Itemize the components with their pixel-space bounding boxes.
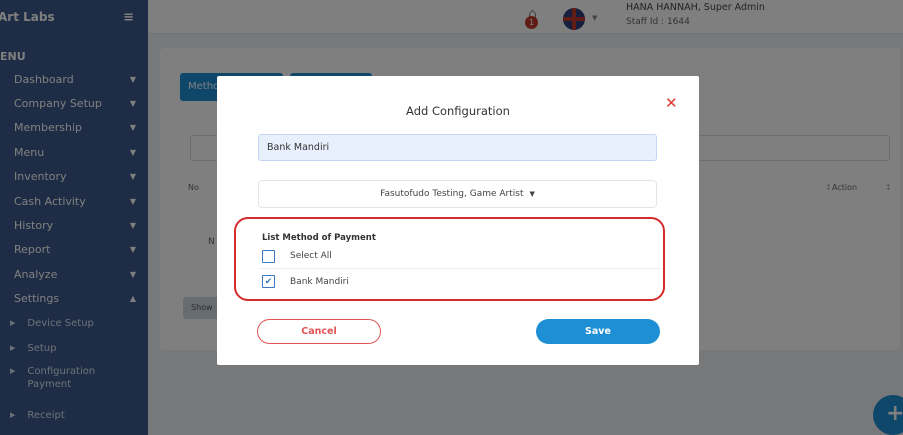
checkbox-checked[interactable]: ✔ xyxy=(262,275,275,288)
checkbox-unchecked[interactable] xyxy=(262,249,275,263)
payment-option-bank-mandiri[interactable]: ✔ Bank Mandiri xyxy=(260,269,660,294)
payment-option-label: Bank Mandiri xyxy=(290,276,349,287)
payment-method-section: List Method of Payment Select All ✔ Bank… xyxy=(234,217,665,301)
configuration-name-input[interactable] xyxy=(258,134,657,161)
modal-title: Add Configuration xyxy=(406,104,510,118)
checkmark-icon: ✔ xyxy=(264,276,273,287)
company-select[interactable]: Fasutofudo Testing, Game Artist ▼ xyxy=(258,180,657,208)
caret-down-icon: ▼ xyxy=(529,190,535,198)
add-configuration-modal: Add Configuration ✕ Fasutofudo Testing, … xyxy=(217,76,699,365)
payment-option-label: Select All xyxy=(290,251,332,261)
payment-section-title: List Method of Payment xyxy=(262,233,376,243)
cancel-button[interactable]: Cancel xyxy=(257,319,381,344)
save-button[interactable]: Save xyxy=(536,319,660,344)
payment-option-select-all[interactable]: Select All xyxy=(260,244,660,269)
company-select-value: Fasutofudo Testing, Game Artist xyxy=(380,189,524,199)
close-icon[interactable]: ✕ xyxy=(665,94,678,112)
